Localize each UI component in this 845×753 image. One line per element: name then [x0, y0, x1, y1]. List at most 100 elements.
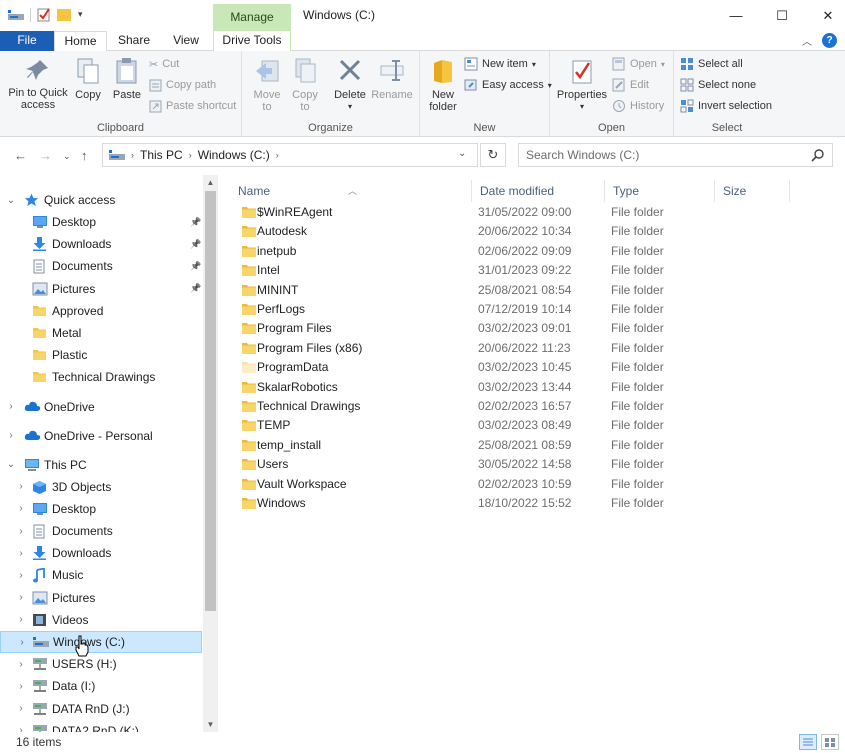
nav-pc-item[interactable]: › DATA2 RnD (K:)	[0, 720, 202, 732]
back-arrow-icon[interactable]: ←	[14, 148, 27, 163]
nav-quick-item[interactable]: Technical Drawings	[0, 366, 202, 388]
nav-pc-item[interactable]: › Downloads	[0, 542, 202, 564]
select-all-button[interactable]: Select all	[680, 54, 743, 74]
qat-customize-icon[interactable]: ▾	[78, 9, 83, 20]
file-row[interactable]: MININT 25/08/2021 08:54 File folder	[238, 281, 708, 300]
expanded-chevron-icon[interactable]: ⌄	[6, 195, 16, 206]
minimize-button[interactable]: —	[713, 0, 759, 31]
paste-shortcut-button[interactable]: Paste shortcut	[149, 96, 236, 116]
collapsed-chevron-icon[interactable]: ›	[16, 503, 26, 514]
nav-onedrive[interactable]: › OneDrive	[0, 396, 202, 418]
collapsed-chevron-icon[interactable]: ›	[16, 703, 26, 714]
collapsed-chevron-icon[interactable]: ›	[16, 548, 26, 559]
details-view-button[interactable]	[799, 734, 817, 750]
collapsed-chevron-icon[interactable]: ›	[16, 681, 26, 692]
column-header-type[interactable]: Type	[605, 180, 715, 202]
column-header-size[interactable]: Size	[715, 180, 790, 202]
file-row[interactable]: temp_install 25/08/2021 08:59 File folder	[238, 436, 708, 455]
nav-quick-item[interactable]: Approved	[0, 300, 202, 322]
easy-access-button[interactable]: Easy access ▾	[464, 75, 552, 95]
nav-pc-item[interactable]: › Windows (C:)	[0, 631, 202, 653]
column-header-name[interactable]: ︿ Name	[230, 180, 472, 202]
refresh-button[interactable]: ↻	[480, 143, 506, 167]
move-to-button[interactable]: Move to	[250, 57, 284, 113]
collapsed-chevron-icon[interactable]: ›	[16, 592, 26, 603]
file-row[interactable]: inetpub 02/06/2022 09:09 File folder	[238, 242, 708, 261]
cut-button[interactable]: ✂ Cut	[149, 54, 179, 74]
collapsed-chevron-icon[interactable]: ›	[6, 430, 16, 441]
nav-pc-item[interactable]: › DATA RnD (J:)	[0, 698, 202, 720]
collapsed-chevron-icon[interactable]: ›	[16, 481, 26, 492]
address-bar[interactable]: › This PC › Windows (C:) ›	[102, 143, 478, 167]
close-button[interactable]: ✕	[805, 0, 845, 31]
collapsed-chevron-icon[interactable]: ›	[16, 725, 26, 732]
breadcrumb-windows-c[interactable]: Windows (C:)	[198, 148, 270, 162]
help-icon[interactable]: ?	[822, 33, 837, 48]
file-row[interactable]: $WinREAgent 31/05/2022 09:00 File folder	[238, 203, 708, 222]
nav-quick-access[interactable]: ⌄ Quick access	[0, 189, 202, 211]
new-folder-button[interactable]: New folder	[425, 57, 461, 113]
large-icons-view-button[interactable]	[821, 734, 839, 750]
properties-button[interactable]: Properties ▾	[556, 57, 608, 113]
nav-quick-item[interactable]: Metal	[0, 322, 202, 344]
file-row[interactable]: Program Files 03/02/2023 09:01 File folder	[238, 319, 708, 338]
copy-to-button[interactable]: Copy to	[288, 57, 322, 113]
pin-quick-access-button[interactable]: Pin to Quick access	[5, 57, 71, 111]
paste-button[interactable]: Paste	[110, 57, 144, 101]
delete-button[interactable]: Delete ▾	[332, 57, 368, 113]
address-dropdown-icon[interactable]: ⌄	[458, 148, 466, 159]
nav-pc-item[interactable]: › Pictures	[0, 587, 202, 609]
tab-view[interactable]: View	[162, 31, 210, 51]
collapsed-chevron-icon[interactable]: ›	[6, 401, 16, 412]
breadcrumb-this-pc[interactable]: This PC	[140, 148, 183, 162]
file-row[interactable]: SkalarRobotics 03/02/2023 13:44 File folde…	[238, 378, 708, 397]
nav-pc-item[interactable]: › 3D Objects	[0, 476, 202, 498]
nav-pc-item[interactable]: › Videos	[0, 609, 202, 631]
nav-pc-item[interactable]: › Music	[0, 564, 202, 586]
nav-onedrive-personal[interactable]: › OneDrive - Personal	[0, 425, 202, 447]
collapsed-chevron-icon[interactable]: ›	[16, 570, 26, 581]
rename-button[interactable]: Rename	[370, 57, 414, 101]
file-row[interactable]: Intel 31/01/2023 09:22 File folder	[238, 261, 708, 280]
nav-quick-item[interactable]: Downloads 📌	[0, 233, 202, 255]
collapsed-chevron-icon[interactable]: ›	[17, 637, 27, 648]
recent-locations-chevron-icon[interactable]: ⌄	[63, 151, 71, 162]
copy-button[interactable]: Copy	[72, 57, 104, 101]
search-input[interactable]: Search Windows (C:)	[518, 143, 833, 167]
new-folder-icon[interactable]	[57, 8, 72, 22]
column-header-date[interactable]: Date modified	[472, 180, 605, 202]
up-arrow-icon[interactable]: ↑	[81, 148, 88, 163]
nav-pc-item[interactable]: › Desktop	[0, 498, 202, 520]
file-row[interactable]: ProgramData 03/02/2023 10:45 File folder	[238, 358, 708, 377]
expanded-chevron-icon[interactable]: ⌄	[6, 459, 16, 470]
nav-quick-item[interactable]: Documents 📌	[0, 255, 202, 277]
nav-quick-item[interactable]: Pictures 📌	[0, 278, 202, 300]
file-row[interactable]: TEMP 03/02/2023 08:49 File folder	[238, 416, 708, 435]
file-row[interactable]: Users 30/05/2022 14:58 File folder	[238, 455, 708, 474]
maximize-button[interactable]: ☐	[759, 0, 805, 31]
open-button[interactable]: Open ▾	[612, 54, 665, 74]
new-item-button[interactable]: New item ▾	[464, 54, 536, 74]
file-row[interactable]: PerfLogs 07/12/2019 10:14 File folder	[238, 300, 708, 319]
history-button[interactable]: History	[612, 96, 664, 116]
scroll-down-icon[interactable]: ▼	[203, 720, 218, 729]
scroll-up-icon[interactable]: ▲	[203, 178, 218, 187]
edit-button[interactable]: Edit	[612, 75, 649, 95]
collapsed-chevron-icon[interactable]: ›	[16, 614, 26, 625]
file-row[interactable]: Program Files (x86) 20/06/2022 11:23 File …	[238, 339, 708, 358]
nav-pc-item[interactable]: › Documents	[0, 520, 202, 542]
drive-icon[interactable]	[8, 8, 24, 22]
scrollbar-thumb[interactable]	[205, 191, 216, 611]
nav-this-pc[interactable]: ⌄ This PC	[0, 454, 202, 476]
copy-path-button[interactable]: Copy path	[149, 75, 216, 95]
tab-share[interactable]: Share	[110, 31, 158, 51]
file-row[interactable]: Windows 18/10/2022 15:52 File folder	[238, 494, 708, 513]
collapse-ribbon-icon[interactable]: ︿	[802, 33, 812, 48]
select-none-button[interactable]: Select none	[680, 75, 756, 95]
tab-home[interactable]: Home	[54, 31, 107, 52]
tab-file[interactable]: File	[0, 31, 54, 51]
forward-arrow-icon[interactable]: →	[39, 148, 52, 163]
nav-quick-item[interactable]: Plastic	[0, 344, 202, 366]
nav-pc-item[interactable]: › USERS (H:)	[0, 653, 202, 675]
collapsed-chevron-icon[interactable]: ›	[16, 526, 26, 537]
